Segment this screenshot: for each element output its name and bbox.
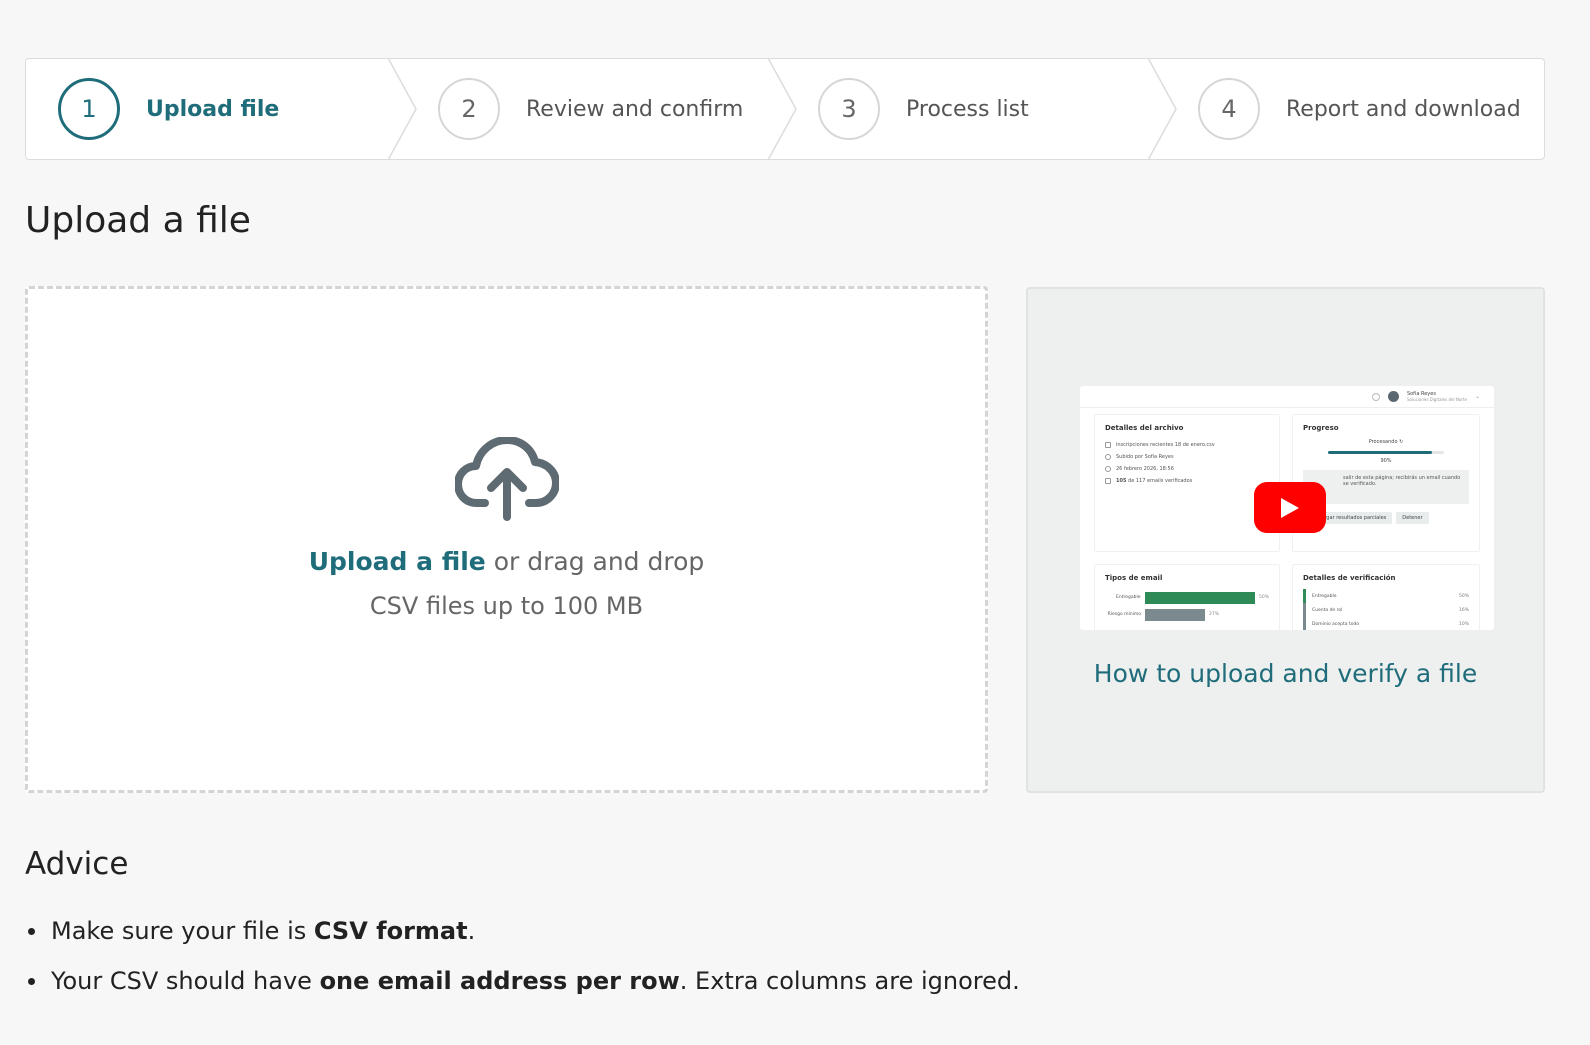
date-row: 26 febrero 2026, 18:56: [1105, 463, 1269, 475]
email-type-label: Riesgo mínimo: [1107, 612, 1141, 617]
status-text: Procesando: [1368, 439, 1398, 445]
advice-text-bold: one email address per row: [319, 967, 680, 995]
email-type-row: Entregable 50%: [1105, 589, 1269, 606]
user-org: Soluciones Digitales del Norte: [1406, 396, 1467, 402]
advice-text-post: .: [467, 917, 476, 945]
verification-pct: 50%: [1458, 593, 1469, 599]
step-process-list[interactable]: 3 Process list: [786, 59, 1177, 159]
drag-drop-text: or drag and drop: [485, 547, 705, 576]
panel-title: Progreso: [1303, 424, 1339, 432]
verification-label: Cuenta de rol: [1312, 607, 1343, 613]
advice-text-pre: Your CSV should have: [51, 967, 320, 995]
page-title: Upload a file: [25, 200, 251, 241]
cloud-upload-icon: [454, 437, 559, 521]
panel-title: Tipos de email: [1105, 574, 1163, 582]
chevron-down-icon: ⌄: [1474, 393, 1480, 400]
youtube-play-icon: [1281, 497, 1299, 518]
panel-title: Detalles del archivo: [1105, 424, 1184, 432]
verified-count-text: de 117 emails verificados: [1126, 478, 1193, 484]
email-type-bar: [1145, 608, 1205, 621]
verification-row: Entregable 50%: [1303, 589, 1469, 603]
file-details-panel: Detalles del archivo inscripciones recie…: [1094, 414, 1280, 552]
step-label: Upload file: [146, 96, 280, 122]
progress-percent: 90%: [1380, 458, 1392, 464]
step-label: Review and confirm: [526, 96, 744, 122]
advice-text-post: . Extra columns are ignored.: [679, 967, 1020, 995]
stop-button: Detener: [1396, 512, 1429, 524]
step-review-and-confirm[interactable]: 2 Review and confirm: [406, 59, 797, 159]
verification-label: Entregable: [1312, 593, 1337, 599]
advice-text: Make sure your file is CSV format.: [51, 913, 475, 949]
status-bar: [1303, 617, 1306, 630]
upload-file-link[interactable]: Upload a file: [309, 547, 486, 576]
tutorial-video-card: Sofía Reyes Soluciones Digitales del Nor…: [1026, 287, 1545, 793]
step-number-circle: 4: [1198, 78, 1260, 140]
panel-title: Detalles de verificación: [1303, 574, 1396, 582]
user-name: Sofía Reyes: [1406, 390, 1436, 397]
thumbnail-header: Sofía Reyes Soluciones Digitales del Nor…: [1080, 386, 1494, 408]
email-type-row: Riesgo mínimo 27%: [1105, 606, 1269, 623]
advice-list: Make sure your file is CSV format. Your …: [25, 906, 1020, 1006]
email-type-label: Entregable: [1116, 595, 1141, 600]
verification-details-panel: Detalles de verificación Entregable 50% C…: [1292, 564, 1480, 630]
verified-count: 105: [1116, 478, 1127, 484]
processing-status: Procesando ↻: [1303, 439, 1469, 445]
user-info: Sofía Reyes Soluciones Digitales del Nor…: [1407, 391, 1467, 403]
advice-text-pre: Make sure your file is: [51, 917, 314, 945]
verification-row: Dominio acepta todo 10%: [1303, 617, 1469, 630]
clock-icon: [1105, 466, 1111, 472]
refresh-icon: ↻: [1399, 439, 1404, 445]
progress-bar: [1328, 451, 1444, 454]
step-number-circle: 3: [818, 78, 880, 140]
progress-stepper: 1 Upload file 2 Review and confirm 3 Pro…: [25, 58, 1545, 160]
verification-pct: 10%: [1458, 621, 1469, 627]
step-number-circle: 1: [58, 78, 120, 140]
verification-row: Cuenta de rol 16%: [1303, 603, 1469, 617]
upload-date: 26 febrero 2026, 18:56: [1116, 466, 1174, 472]
file-name: inscripciones recientes 18 de enero.csv: [1116, 442, 1215, 448]
email-type-bar: [1144, 591, 1255, 604]
file-type-hint: CSV files up to 100 MB: [369, 592, 644, 620]
advice-text: Your CSV should have one email address p…: [51, 963, 1020, 999]
youtube-play-button[interactable]: [1254, 482, 1326, 533]
file-name-row: inscripciones recientes 18 de enero.csv: [1105, 439, 1269, 451]
email-type-pct: 27%: [1209, 612, 1220, 617]
uploader-row: Subido por Sofía Reyes: [1105, 451, 1269, 463]
avatar: [1387, 391, 1399, 402]
user-icon: [1105, 454, 1111, 460]
advice-item: Make sure your file is CSV format.: [25, 906, 1020, 956]
bell-icon: [1371, 392, 1380, 401]
info-note: salir de esta página; recibirás un email…: [1303, 470, 1469, 504]
progress-fill: [1328, 451, 1433, 454]
verification-pct: 16%: [1458, 607, 1469, 613]
verification-label: Dominio acepta todo: [1312, 621, 1360, 627]
status-bar: [1303, 603, 1306, 617]
advice-item: Your CSV should have one email address p…: [25, 956, 1020, 1006]
uploader: Subido por Sofía Reyes: [1116, 454, 1174, 460]
step-number-circle: 2: [438, 78, 500, 140]
step-upload-file[interactable]: 1 Upload file: [26, 59, 417, 159]
email-type-pct: 50%: [1258, 595, 1269, 600]
video-thumbnail[interactable]: Sofía Reyes Soluciones Digitales del Nor…: [1080, 386, 1494, 630]
dropzone-instruction: Upload a file or drag and drop: [309, 547, 705, 576]
status-bar: [1303, 589, 1306, 603]
count-row: 105 de 117 emails verificados: [1105, 475, 1269, 487]
file-icon: [1105, 442, 1111, 448]
file-dropzone[interactable]: Upload a file or drag and drop CSV files…: [25, 286, 988, 793]
step-label: Process list: [906, 96, 1029, 122]
progress-panel: Progreso Procesando ↻ 90% salir de esta …: [1292, 414, 1480, 552]
step-report-and-download[interactable]: 4 Report and download: [1166, 59, 1544, 159]
video-title-link[interactable]: How to upload and verify a file: [1028, 659, 1543, 688]
step-label: Report and download: [1286, 96, 1521, 122]
mail-icon: [1105, 478, 1111, 484]
email-types-panel: Tipos de email Entregable 50% Riesgo mín…: [1094, 564, 1280, 630]
advice-text-bold: CSV format: [313, 917, 468, 945]
advice-heading: Advice: [25, 846, 129, 882]
